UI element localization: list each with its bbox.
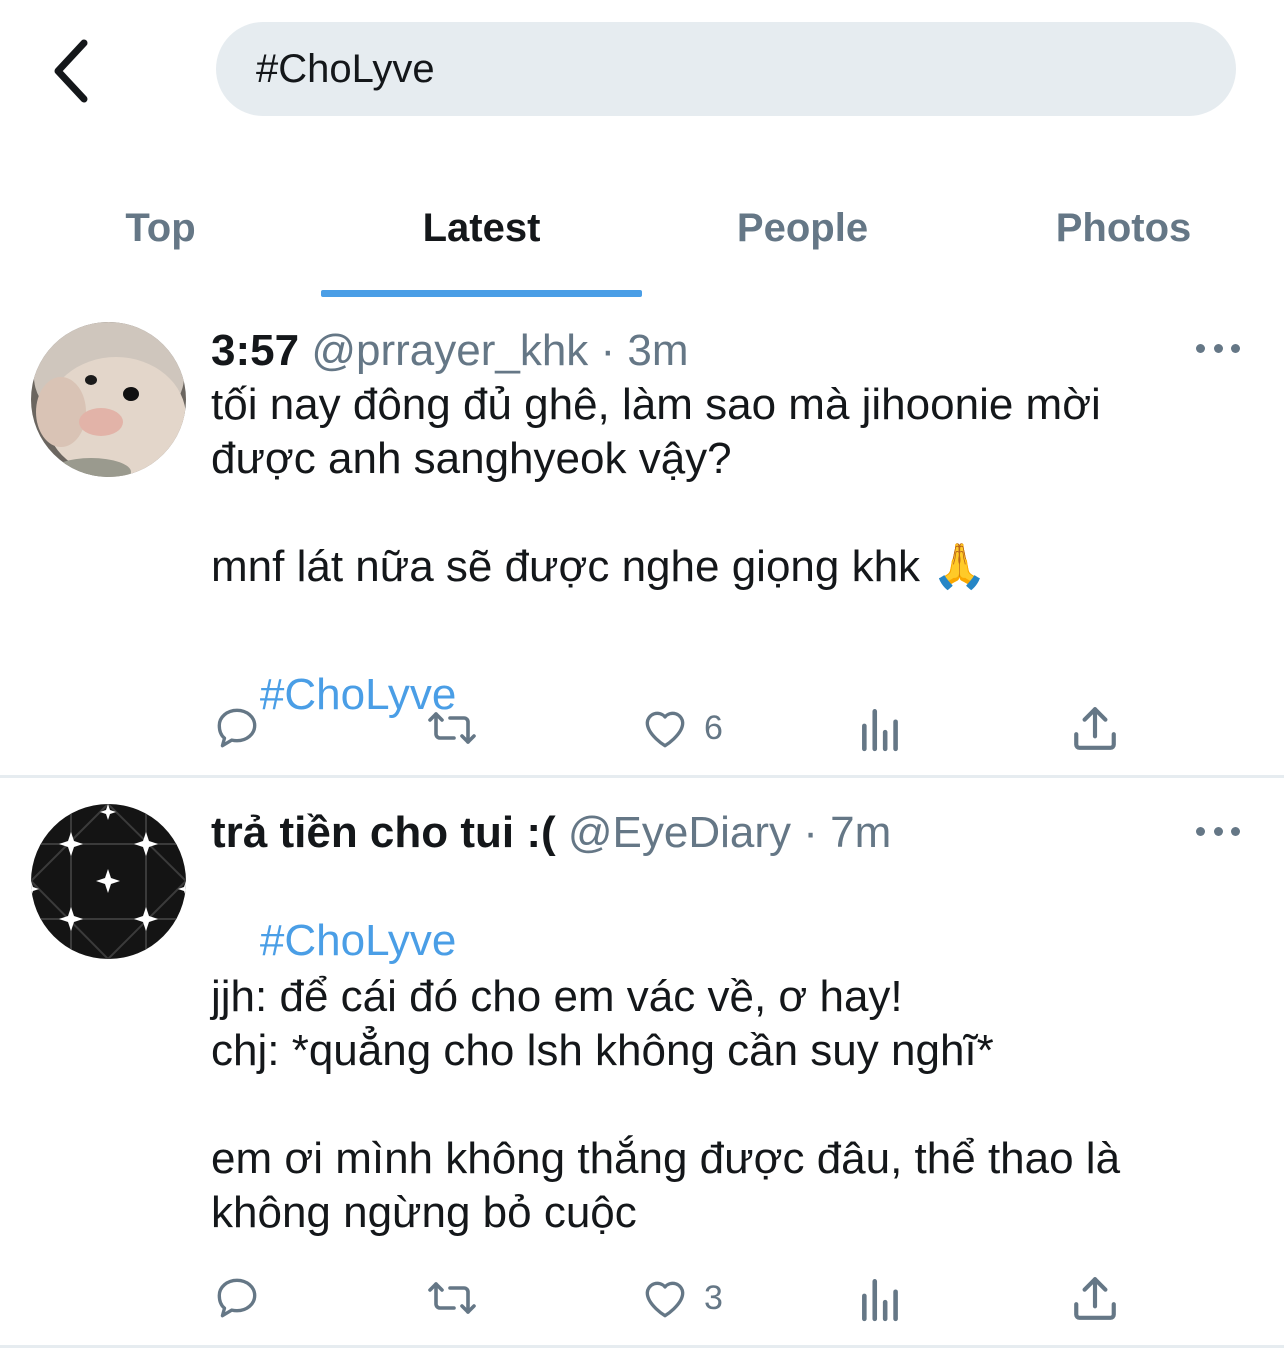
- avatar[interactable]: [31, 804, 186, 959]
- chevron-left-icon: [54, 39, 88, 103]
- more-icon: [1213, 826, 1223, 836]
- like-button[interactable]: 3: [640, 1268, 723, 1328]
- analytics-icon: [862, 709, 898, 752]
- more-icon: [1213, 343, 1223, 353]
- share-icon: [1074, 707, 1116, 750]
- handle-and-time[interactable]: @prrayer_khk · 3m: [311, 326, 688, 375]
- retweet-button[interactable]: [424, 1268, 480, 1328]
- more-icon: [1196, 826, 1205, 836]
- tab-photos[interactable]: Photos: [963, 160, 1284, 296]
- tweet-header: 3:57 @prrayer_khk · 3m: [211, 324, 689, 378]
- heart-icon: [645, 711, 685, 748]
- retweet-icon: [428, 712, 476, 744]
- more-icon: [1196, 343, 1205, 353]
- analytics-button[interactable]: [858, 1268, 904, 1328]
- share-icon: [1074, 1277, 1116, 1320]
- reply-icon: [217, 708, 257, 748]
- more-icon: [1231, 343, 1240, 353]
- tab-people[interactable]: People: [642, 160, 963, 296]
- share-button[interactable]: [1072, 698, 1118, 758]
- tweet-header: trả tiền cho tui :( @EyeDiary · 7m: [211, 806, 891, 860]
- search-query: #ChoLyve: [256, 46, 435, 91]
- like-count: 6: [704, 708, 723, 747]
- search-header: #ChoLyve: [0, 0, 1284, 150]
- handle-and-time[interactable]: @EyeDiary · 7m: [568, 808, 891, 857]
- display-name[interactable]: 3:57: [211, 326, 299, 375]
- display-name[interactable]: trả tiền cho tui :(: [211, 808, 556, 857]
- avatar-image: [31, 322, 186, 477]
- retweet-icon: [428, 1282, 476, 1314]
- analytics-button[interactable]: [858, 698, 904, 758]
- like-count: 3: [704, 1278, 723, 1317]
- hashtag-link[interactable]: #ChoLyve: [260, 916, 457, 965]
- like-button[interactable]: 6: [640, 698, 723, 758]
- avatar-image: [31, 804, 186, 959]
- more-options-button[interactable]: [1196, 821, 1240, 841]
- tweet-text: tối nay đông đủ ghê, làm sao mà jihoonie…: [211, 380, 1101, 591]
- tab-top[interactable]: Top: [0, 160, 321, 296]
- tab-latest[interactable]: Latest: [321, 160, 642, 296]
- tweet-divider: [0, 775, 1284, 778]
- back-button[interactable]: [40, 36, 100, 106]
- share-button[interactable]: [1072, 1268, 1118, 1328]
- reply-icon: [217, 1278, 257, 1318]
- analytics-icon: [862, 1279, 898, 1322]
- tweet-text: jjh: để cái đó cho em vác về, ơ hay! chj…: [211, 972, 1121, 1237]
- search-input[interactable]: #ChoLyve: [216, 22, 1236, 116]
- more-icon: [1231, 826, 1240, 836]
- avatar[interactable]: [31, 322, 186, 477]
- tweet-actions: 3: [0, 1268, 1284, 1328]
- retweet-button[interactable]: [424, 698, 480, 758]
- heart-icon: [645, 1281, 685, 1318]
- reply-button[interactable]: [212, 1268, 262, 1328]
- reply-button[interactable]: [212, 698, 262, 758]
- tweet-actions: 6: [0, 698, 1284, 758]
- active-tab-indicator: [321, 290, 642, 297]
- more-options-button[interactable]: [1196, 338, 1240, 358]
- search-tabs: Top Latest People Photos: [0, 160, 1284, 300]
